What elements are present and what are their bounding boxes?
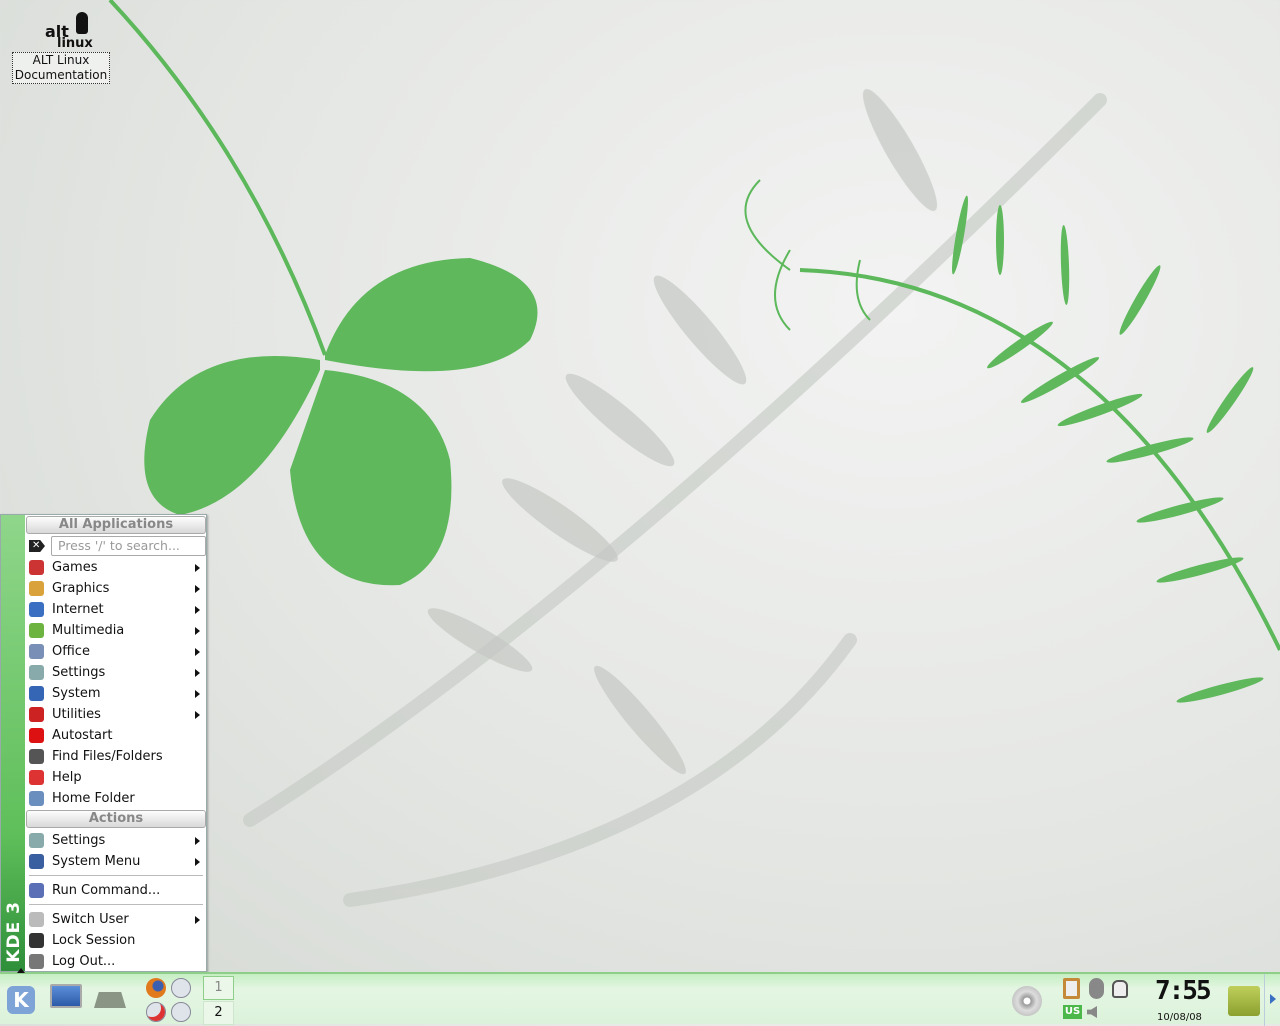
submenu-arrow-icon [195, 606, 200, 614]
switch-user-icon [29, 912, 44, 927]
menu-item-label: Games [52, 560, 98, 575]
date: 10/08/08 [1157, 1012, 1202, 1023]
menu-item-label: Help [52, 770, 82, 785]
settings-icon [29, 833, 44, 848]
logout-icon [29, 954, 44, 969]
menu-item-label: Settings [52, 665, 106, 680]
submenu-arrow-icon [195, 690, 200, 698]
menu-item-switch-user[interactable]: Switch User [26, 909, 206, 930]
clipboard-icon[interactable] [1063, 978, 1080, 999]
menu-item-utilities[interactable]: Utilities [26, 704, 206, 725]
menu-item-system[interactable]: System [26, 683, 206, 704]
menu-item-label: Graphics [52, 581, 110, 596]
submenu-arrow-icon [195, 837, 200, 845]
alt-linux-logo-icon: alt linux [31, 8, 93, 52]
submenu-arrow-icon [195, 916, 200, 924]
hide-panel-arrow-icon[interactable] [17, 968, 25, 973]
lock-icon [29, 933, 44, 948]
panel-expand-button[interactable] [1264, 974, 1280, 1026]
menu-item-label: Log Out... [52, 954, 116, 969]
trash-icon[interactable] [1228, 986, 1260, 1016]
menu-item-find-files-folders[interactable]: Find Files/Folders [26, 746, 206, 767]
menu-item-label: Switch User [52, 912, 129, 927]
menu-item-label: Internet [52, 602, 104, 617]
menu-item-system-menu[interactable]: System Menu [26, 851, 206, 872]
menu-item-label: Settings [52, 833, 106, 848]
k-menu-side-banner: KDE 3 [1, 515, 25, 971]
menu-item-graphics[interactable]: Graphics [26, 578, 206, 599]
actions-header: Actions [26, 810, 206, 828]
menu-item-label: Run Command... [52, 883, 161, 898]
menu-separator [29, 875, 203, 876]
arrow-right-icon [1270, 994, 1276, 1004]
storage-media-icon[interactable] [94, 992, 126, 1008]
graphics-icon [29, 581, 44, 596]
menu-item-label: Multimedia [52, 623, 125, 638]
menu-item-label: Home Folder [52, 791, 135, 806]
kde-app-icon[interactable] [171, 1002, 191, 1022]
menu-item-settings[interactable]: Settings [26, 662, 206, 683]
utilities-icon [29, 707, 44, 722]
menu-item-log-out[interactable]: Log Out... [26, 951, 206, 972]
menu-item-multimedia[interactable]: Multimedia [26, 620, 206, 641]
settings-icon [29, 665, 44, 680]
monitor-icon [29, 854, 44, 869]
submenu-arrow-icon [195, 858, 200, 866]
show-desktop-monitor-icon[interactable] [50, 984, 82, 1008]
kde-app-icon[interactable] [146, 1002, 166, 1022]
menu-item-games[interactable]: Games [26, 557, 206, 578]
pager-desktop-1[interactable]: 1 [203, 976, 234, 1000]
menu-item-home-folder[interactable]: Home Folder [26, 788, 206, 809]
menu-item-help[interactable]: Help [26, 767, 206, 788]
menu-item-label: Utilities [52, 707, 101, 722]
taskbar: K 1 2 US 7:55 10/08/08 [0, 968, 1280, 1026]
desktop-icon-label: ALT Linux Documentation [11, 52, 111, 84]
keyboard-layout-indicator[interactable]: US [1063, 1005, 1082, 1019]
menu-item-lock-session[interactable]: Lock Session [26, 930, 206, 951]
kde-app-icon[interactable] [171, 978, 191, 998]
all-applications-header: All Applications [26, 516, 206, 534]
menu-item-label: Find Files/Folders [52, 749, 163, 764]
menu-item-internet[interactable]: Internet [26, 599, 206, 620]
menu-item-label: Office [52, 644, 90, 659]
mouse-icon[interactable] [1112, 980, 1128, 998]
submenu-arrow-icon [195, 669, 200, 677]
volume-icon[interactable] [1087, 1006, 1097, 1018]
menu-item-label: Lock Session [52, 933, 136, 948]
binoculars-icon [29, 749, 44, 764]
submenu-arrow-icon [195, 585, 200, 593]
bluetooth-icon[interactable] [1089, 978, 1104, 999]
search-input[interactable]: Press '/' to search... [51, 536, 206, 556]
games-icon [29, 560, 44, 575]
menu-separator [29, 904, 203, 905]
submenu-arrow-icon [195, 711, 200, 719]
office-icon [29, 644, 44, 659]
clock[interactable]: 7:55 [1155, 976, 1212, 1006]
menu-item-label: System [52, 686, 101, 701]
clear-search-icon[interactable]: ✕ [29, 540, 45, 552]
menu-item-label: System Menu [52, 854, 141, 869]
submenu-arrow-icon [195, 627, 200, 635]
menu-item-label: Autostart [52, 728, 113, 743]
menu-item-settings[interactable]: Settings [26, 830, 206, 851]
menu-item-office[interactable]: Office [26, 641, 206, 662]
system-icon [29, 686, 44, 701]
folder-red-icon [29, 728, 44, 743]
internet-icon [29, 602, 44, 617]
desktop-icon-alt-linux-documentation[interactable]: alt linux ALT Linux Documentation [10, 8, 112, 84]
firefox-icon[interactable] [146, 978, 166, 998]
multimedia-icon [29, 623, 44, 638]
pager-desktop-2[interactable]: 2 [203, 1001, 234, 1025]
k-menu: KDE 3 All Applications ✕ Press '/' to se… [0, 514, 207, 972]
lifebuoy-icon [29, 770, 44, 785]
submenu-arrow-icon [195, 648, 200, 656]
menu-item-run-command[interactable]: Run Command... [26, 880, 206, 901]
home-folder-icon [29, 791, 44, 806]
run-icon [29, 883, 44, 898]
cd-drive-icon[interactable] [1012, 986, 1042, 1016]
k-menu-button[interactable]: K [7, 986, 35, 1014]
submenu-arrow-icon [195, 564, 200, 572]
menu-item-autostart[interactable]: Autostart [26, 725, 206, 746]
